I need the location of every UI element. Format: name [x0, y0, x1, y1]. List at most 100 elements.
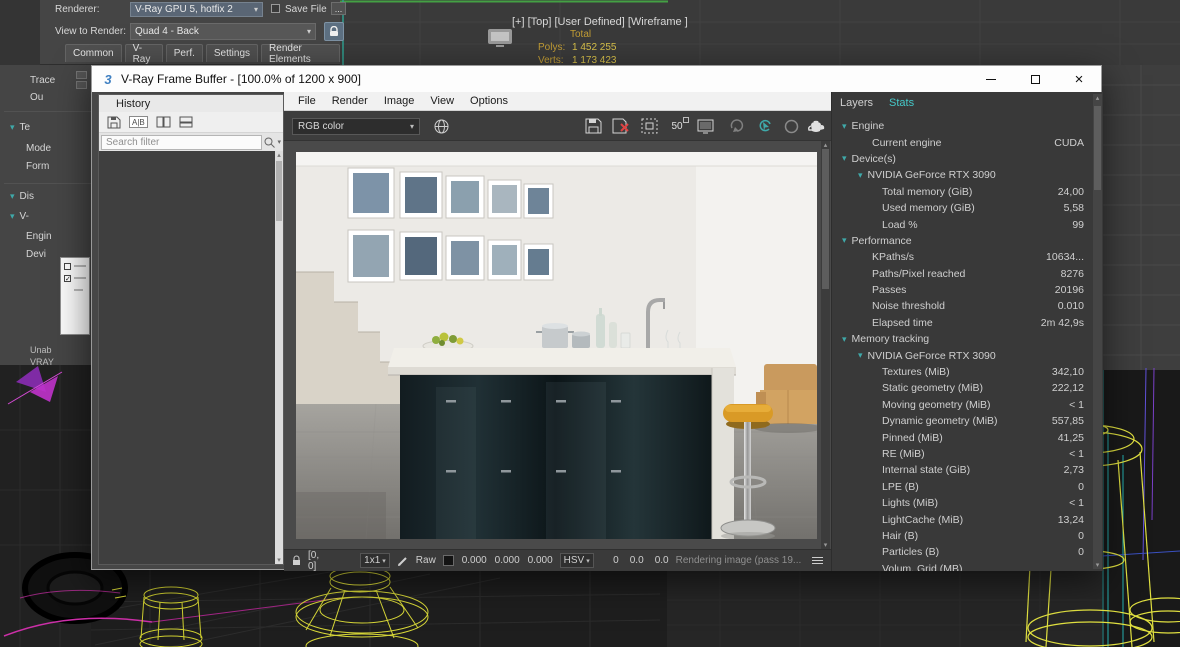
- pixel-lock-icon[interactable]: [292, 555, 301, 566]
- stats-tab-layers[interactable]: Layers: [840, 97, 873, 109]
- spinner-up-button[interactable]: [76, 71, 87, 79]
- menu-file[interactable]: File: [290, 95, 324, 107]
- history-compare-vertical-icon[interactable]: [179, 116, 193, 128]
- spinner-down-button[interactable]: [76, 81, 87, 89]
- rendered-kitchen-image[interactable]: [296, 152, 817, 539]
- stats-row[interactable]: Noise threshold0.010: [832, 298, 1092, 314]
- stat-label: Internal state (GiB): [882, 464, 970, 476]
- search-filter-caret-icon[interactable]: ▾: [277, 138, 281, 146]
- stat-value: 0: [1078, 530, 1092, 542]
- stats-row[interactable]: ▾NVIDIA GeForce RTX 3090: [832, 167, 1092, 183]
- stats-row[interactable]: ▾Device(s): [832, 151, 1092, 167]
- channel-select-dropdown[interactable]: RGB color ▾: [292, 118, 420, 135]
- rollout-vray[interactable]: ▾V-: [10, 211, 29, 222]
- vfb-titlebar[interactable]: 3 V-Ray Frame Buffer - [100.0% of 1200 x…: [92, 66, 1101, 92]
- stats-row[interactable]: Lights (MiB)< 1: [832, 495, 1092, 511]
- device-list[interactable]: ✓: [60, 257, 90, 335]
- render-status-text: Rendering image (pass 19...: [676, 555, 801, 566]
- stats-row[interactable]: ▾NVIDIA GeForce RTX 3090: [832, 347, 1092, 363]
- history-search-input[interactable]: [101, 135, 262, 150]
- history-list[interactable]: ▴ ▾: [99, 151, 283, 564]
- stats-row[interactable]: Pinned (MiB)41,25: [832, 429, 1092, 445]
- collapse-arrow-icon[interactable]: ▾: [858, 170, 863, 181]
- stats-row[interactable]: Current engineCUDA: [832, 134, 1092, 150]
- rollout-dis[interactable]: ▾Dis: [10, 191, 34, 202]
- stats-row[interactable]: Moving geometry (MiB)< 1: [832, 397, 1092, 413]
- zoom-level-icon[interactable]: 50: [666, 115, 688, 137]
- menu-render[interactable]: Render: [324, 95, 376, 107]
- tab-v-ray[interactable]: V-Ray: [125, 44, 163, 62]
- stats-row[interactable]: Passes20196: [832, 282, 1092, 298]
- stats-row[interactable]: Particles (B)0: [832, 544, 1092, 560]
- lock-view-button[interactable]: [324, 22, 344, 41]
- stats-row[interactable]: LightCache (MiB)13,24: [832, 511, 1092, 527]
- stats-row[interactable]: Hair (B)0: [832, 528, 1092, 544]
- save-file-checkbox[interactable]: [271, 4, 280, 13]
- menu-options[interactable]: Options: [462, 95, 516, 107]
- collapse-arrow-icon[interactable]: ▾: [842, 334, 847, 345]
- tab-perf[interactable]: Perf.: [166, 44, 203, 62]
- browse-save-file-button[interactable]: ...: [331, 2, 346, 15]
- tab-settings[interactable]: Settings: [206, 44, 258, 62]
- stats-scrollbar[interactable]: ▴ ▾: [1093, 94, 1102, 569]
- tab-common[interactable]: Common: [65, 44, 122, 62]
- view-to-render-dropdown[interactable]: Quad 4 - Back ▾: [130, 23, 316, 40]
- collapse-arrow-icon[interactable]: ▾: [858, 350, 863, 361]
- menu-view[interactable]: View: [422, 95, 462, 107]
- menu-image[interactable]: Image: [376, 95, 423, 107]
- maximize-button[interactable]: [1013, 66, 1057, 92]
- display-window-icon[interactable]: [694, 115, 716, 137]
- stats-tab-stats[interactable]: Stats: [889, 97, 914, 109]
- stats-row[interactable]: Total memory (GiB)24,00: [832, 184, 1092, 200]
- collapse-arrow-icon[interactable]: ▾: [842, 153, 847, 164]
- rollout-arrow-icon: ▾: [10, 122, 15, 132]
- colorspace-globe-icon[interactable]: [430, 115, 452, 137]
- stats-row[interactable]: Dynamic geometry (MiB)557,85: [832, 413, 1092, 429]
- stats-row[interactable]: KPaths/s10634...: [832, 249, 1092, 265]
- render-last-teapot-icon[interactable]: [805, 115, 827, 137]
- hsv-mode-dropdown[interactable]: HSV▾: [560, 553, 594, 568]
- collapse-arrow-icon[interactable]: ▾: [842, 235, 847, 246]
- device-checkbox-checked[interactable]: ✓: [64, 275, 71, 282]
- image-vertical-scrollbar[interactable]: ▴ ▾: [821, 141, 830, 549]
- pick-color-pen-icon[interactable]: [397, 555, 409, 567]
- close-button[interactable]: ×: [1057, 66, 1101, 92]
- stats-row[interactable]: Textures (MiB)342,10: [832, 364, 1092, 380]
- clear-image-icon[interactable]: [610, 115, 632, 137]
- history-ab-compare-icon[interactable]: A|B: [129, 116, 148, 128]
- save-image-icon[interactable]: [582, 115, 604, 137]
- stats-row[interactable]: Load %99: [832, 216, 1092, 232]
- follow-mouse-icon[interactable]: [726, 115, 748, 137]
- view-to-render-value: Quad 4 - Back: [135, 26, 199, 37]
- render-region-circle-icon[interactable]: [780, 115, 802, 137]
- viewport-stats-polys-label: Polys:: [538, 42, 565, 53]
- stats-row[interactable]: Static geometry (MiB)222,12: [832, 380, 1092, 396]
- stats-row[interactable]: ▾Engine: [832, 118, 1092, 134]
- pixel-info-mode-dropdown[interactable]: 1x1▾: [360, 553, 390, 568]
- collapse-arrow-icon[interactable]: ▾: [842, 121, 847, 132]
- history-save-icon[interactable]: [107, 116, 121, 129]
- viewport-header-label[interactable]: [+] [Top] [User Defined] [Wireframe ]: [512, 16, 688, 28]
- track-mouse-icon[interactable]: [754, 115, 776, 137]
- stats-row[interactable]: Volum. Grid (MB): [832, 561, 1092, 571]
- stats-row[interactable]: LPE (B)0: [832, 479, 1092, 495]
- stats-row[interactable]: Internal state (GiB)2,73: [832, 462, 1092, 478]
- device-checkbox[interactable]: [64, 263, 71, 270]
- renderer-dropdown[interactable]: V-Ray GPU 5, hotfix 2 ▾: [130, 2, 263, 17]
- tab-render-elements[interactable]: Render Elements: [261, 44, 340, 62]
- history-compare-horizontal-icon[interactable]: [156, 116, 171, 128]
- minimize-button[interactable]: [969, 66, 1013, 92]
- stats-row[interactable]: ▾Memory tracking: [832, 331, 1092, 347]
- stats-rows: ▾EngineCurrent engineCUDA▾Device(s)▾NVID…: [832, 118, 1092, 571]
- stats-row[interactable]: Used memory (GiB)5,58: [832, 200, 1092, 216]
- stats-row[interactable]: Elapsed time2m 42,9s: [832, 315, 1092, 331]
- colorspace-raw-label[interactable]: Raw: [416, 555, 436, 566]
- history-panel-header[interactable]: History: [99, 95, 283, 112]
- region-render-icon[interactable]: [638, 115, 660, 137]
- history-scrollbar[interactable]: ▴ ▾: [275, 151, 283, 564]
- statusbar-menu-icon[interactable]: [812, 557, 823, 564]
- rollout-te[interactable]: ▾Te: [10, 122, 30, 133]
- stats-row[interactable]: ▾Performance: [832, 233, 1092, 249]
- stats-row[interactable]: RE (MiB)< 1: [832, 446, 1092, 462]
- stats-row[interactable]: Paths/Pixel reached8276: [832, 266, 1092, 282]
